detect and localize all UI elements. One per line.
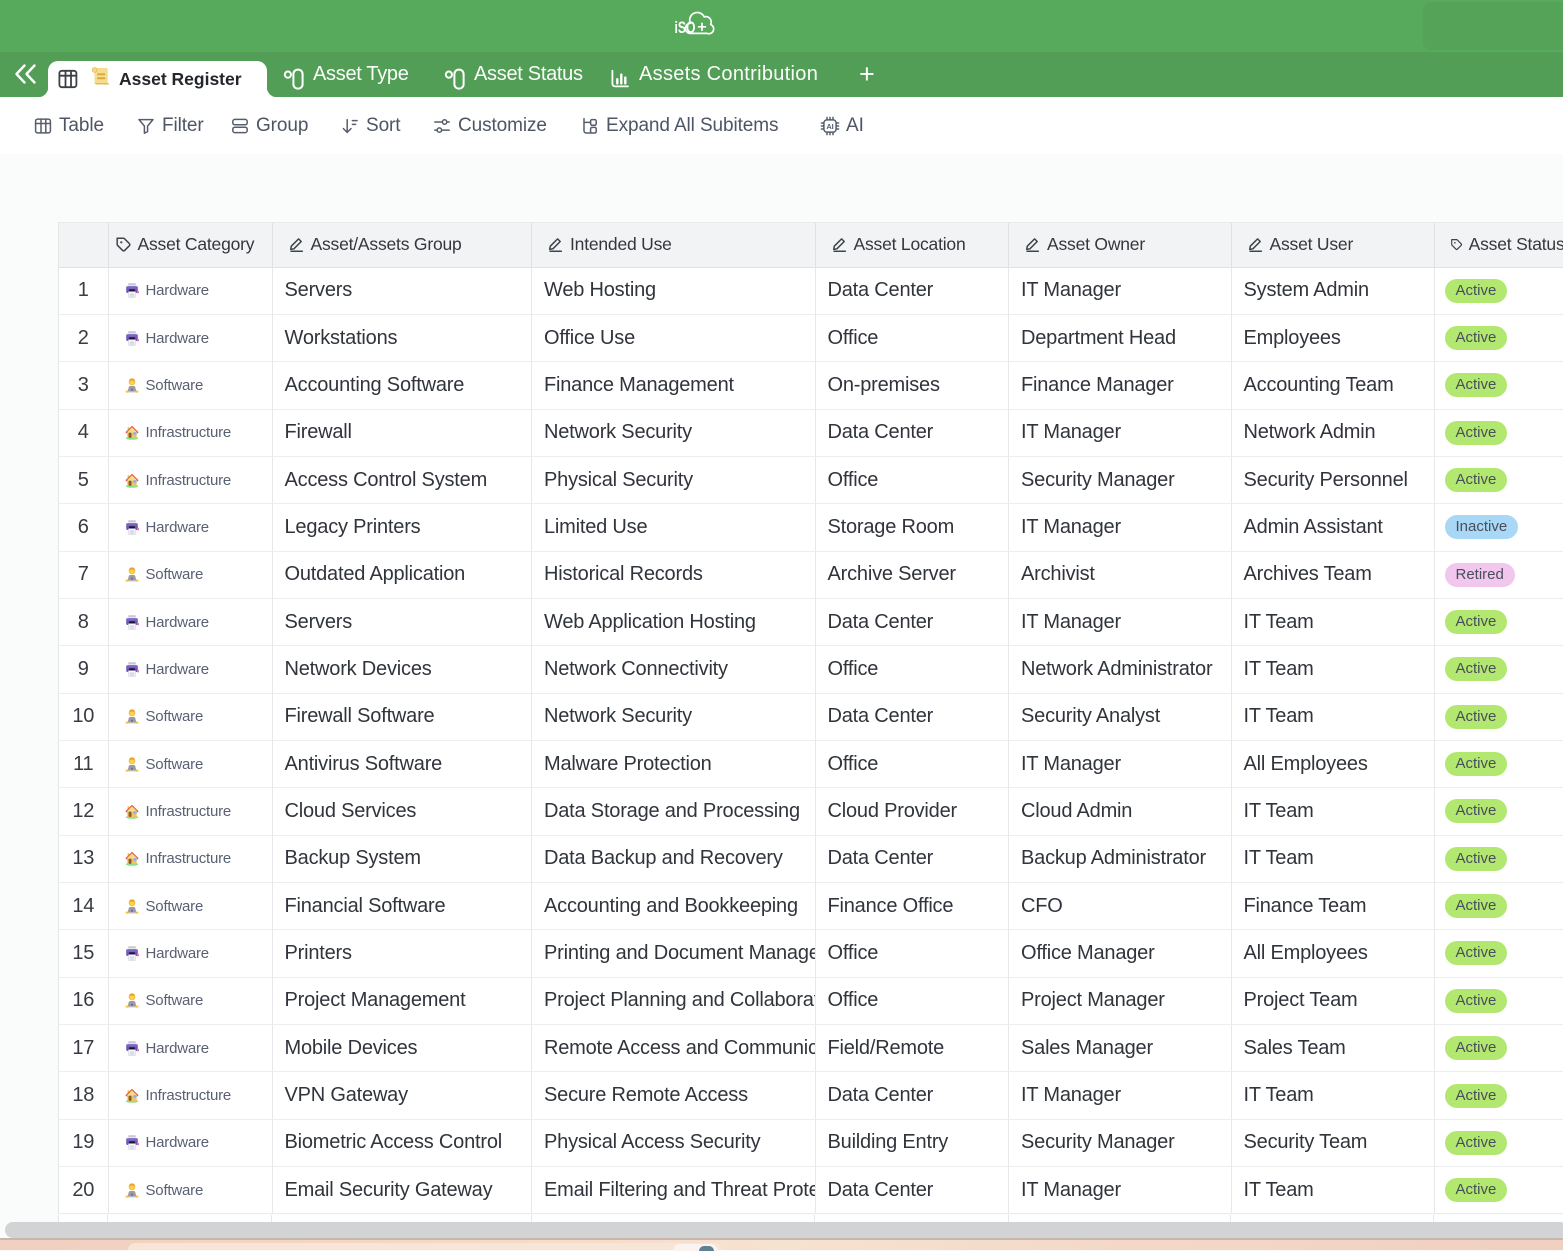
svg-text:AI: AI — [826, 122, 833, 131]
